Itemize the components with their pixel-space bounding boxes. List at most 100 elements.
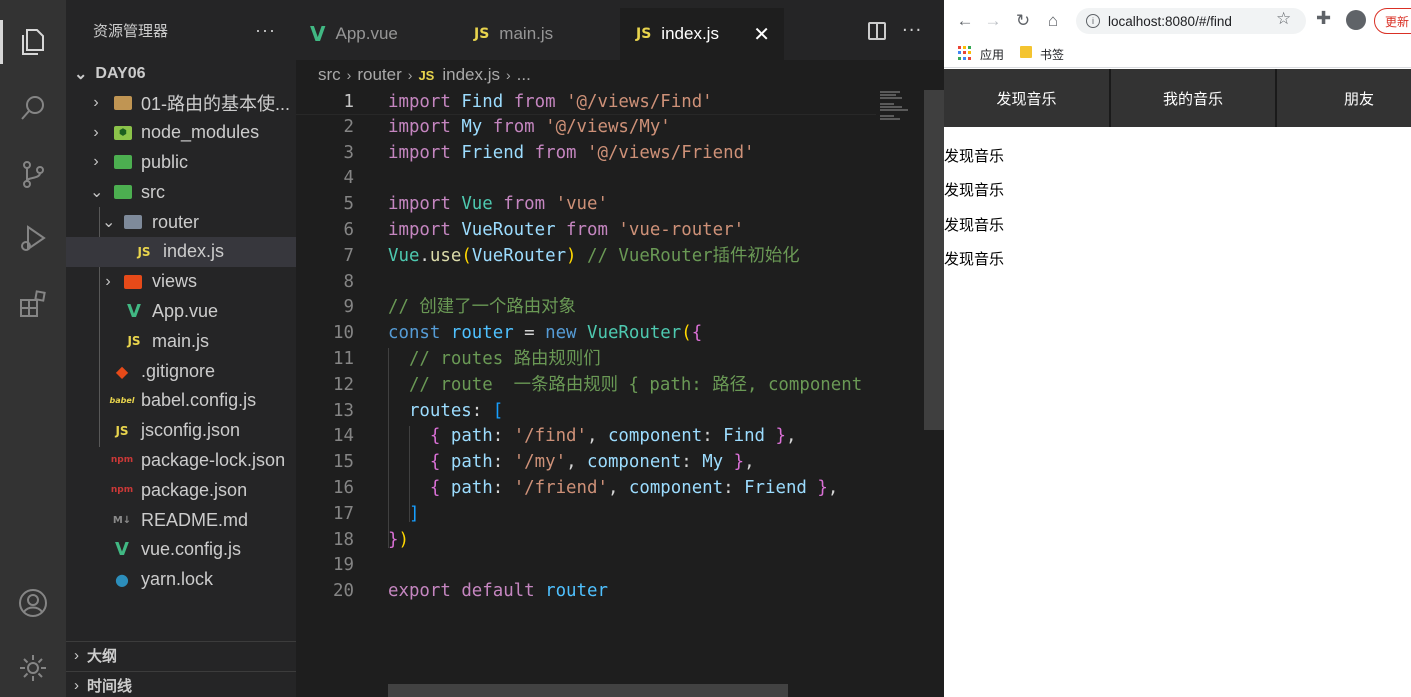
forward-arrow-icon[interactable]: →	[980, 8, 1006, 34]
tree-item-jsconfig[interactable]: JS jsconfig.json	[66, 416, 296, 446]
tree-item-readme[interactable]: M↓ README.md	[66, 505, 296, 535]
tree-item-package-lock[interactable]: npm package-lock.json	[66, 446, 296, 476]
code-text: import Friend from '@/views/Friend'	[388, 142, 755, 163]
outline-section[interactable]: › 大纲	[66, 641, 296, 669]
settings-gear-icon[interactable]	[0, 640, 66, 696]
code-line[interactable]: 1 import Find from '@/views/Find'	[296, 90, 876, 115]
explorer-more-icon[interactable]: ···	[255, 20, 276, 41]
tab-main-js[interactable]: JS main.js	[458, 8, 620, 60]
tree-item-src[interactable]: ⌄ src	[66, 177, 296, 207]
apps-grid-icon[interactable]	[958, 46, 972, 60]
tree-item-label: main.js	[152, 330, 210, 351]
app-navbar: 发现音乐 我的音乐 朋友	[944, 69, 1411, 127]
code-line[interactable]: 16 { path: '/friend', component: Friend …	[296, 476, 876, 502]
nav-link-find-music[interactable]: 发现音乐	[944, 69, 1111, 127]
bookmark-folder[interactable]: 书签	[1040, 46, 1064, 63]
vertical-scrollbar[interactable]	[924, 90, 944, 430]
tree-item-folder-01[interactable]: › 01-路由的基本使...	[66, 88, 296, 118]
timeline-section[interactable]: › 时间线	[66, 671, 296, 697]
folder-icon	[114, 95, 132, 110]
code-line[interactable]: 3 import Friend from '@/views/Friend'	[296, 141, 876, 167]
code-line[interactable]: 10 const router = new VueRouter({	[296, 321, 876, 347]
code-line[interactable]: 7 Vue.use(VueRouter) // VueRouter插件初始化	[296, 244, 876, 270]
code-line[interactable]: 2 import My from '@/views/My'	[296, 115, 876, 141]
reload-icon[interactable]: ↻	[1010, 8, 1036, 34]
editor-more-icon[interactable]: ···	[902, 20, 922, 41]
line-number: 12	[333, 374, 354, 395]
tree-item-label: yarn.lock	[141, 569, 214, 590]
split-editor-icon[interactable]	[868, 22, 886, 40]
tree-item-babel-config[interactable]: babel babel.config.js	[66, 386, 296, 416]
code-line[interactable]: 9 // 创建了一个路由对象	[296, 295, 876, 321]
code-line[interactable]: 15 { path: '/my', component: My },	[296, 450, 876, 476]
nav-link-my-music[interactable]: 我的音乐	[1111, 69, 1277, 127]
bookmark-star-icon[interactable]: ☆	[1276, 9, 1291, 29]
minimap[interactable]	[876, 90, 924, 150]
line-number: 9	[343, 297, 354, 318]
code-line[interactable]: 6 import VueRouter from 'vue-router'	[296, 218, 876, 244]
address-bar[interactable]: i localhost:8080/#/find	[1076, 8, 1306, 34]
extensions-icon[interactable]	[0, 276, 66, 332]
tree-item-yarn-lock[interactable]: ● yarn.lock	[66, 565, 296, 595]
tree-item-views[interactable]: › views	[66, 267, 296, 297]
code-line[interactable]: 11 // routes 路由规则们	[296, 347, 876, 373]
update-button[interactable]: 更新	[1374, 8, 1411, 34]
source-control-icon[interactable]	[0, 146, 66, 202]
tree-item-label: package-lock.json	[141, 449, 286, 470]
tab-index-js[interactable]: JS index.js ✕	[620, 8, 784, 60]
line-number: 4	[343, 168, 354, 189]
code-line[interactable]: 20 export default router	[296, 579, 876, 605]
tab-app-vue[interactable]: V App.vue	[296, 8, 458, 60]
profile-avatar-icon[interactable]	[1346, 10, 1366, 30]
code-line[interactable]: 19	[296, 553, 876, 579]
tree-item-label: index.js	[163, 241, 225, 262]
code-line[interactable]: 8	[296, 270, 876, 296]
breadcrumb-symbols[interactable]: ...	[517, 65, 531, 85]
update-button-label: 更新	[1385, 14, 1410, 29]
tree-item-node-modules[interactable]: › ⬢ node_modules	[66, 118, 296, 148]
code-text: { path: '/find', component: Find },	[429, 426, 797, 447]
tree-item-gitignore[interactable]: ◆ .gitignore	[66, 356, 296, 386]
breadcrumb: src › router › JS index.js › ...	[296, 60, 944, 90]
breadcrumb-file[interactable]: index.js	[442, 65, 500, 85]
run-debug-icon[interactable]	[0, 210, 66, 266]
tree-item-label: 01-路由的基本使...	[141, 93, 291, 114]
back-arrow-icon[interactable]: ←	[952, 8, 978, 34]
horizontal-scrollbar[interactable]	[388, 684, 788, 697]
code-line[interactable]: 14 { path: '/find', component: Find },	[296, 424, 876, 450]
tree-item-app-vue[interactable]: V App.vue	[66, 297, 296, 327]
code-line[interactable]: 4	[296, 166, 876, 192]
tree-item-index-js[interactable]: JS index.js	[66, 236, 296, 267]
home-icon[interactable]: ⌂	[1040, 8, 1066, 34]
apps-bookmark[interactable]: 应用	[980, 46, 1004, 63]
close-tab-icon[interactable]: ✕	[753, 22, 770, 47]
nav-link-friends[interactable]: 朋友	[1277, 69, 1411, 127]
tree-item-vue-config[interactable]: V vue.config.js	[66, 535, 296, 565]
code-line[interactable]: 12 // route 一条路由规则 { path: 路径, component	[296, 373, 876, 399]
code-editor[interactable]: 1 import Find from '@/views/Find' 2 import …	[296, 90, 944, 697]
tree-item-router[interactable]: ⌄ router	[66, 207, 296, 237]
breadcrumb-src[interactable]: src	[318, 65, 341, 85]
chevron-down-icon: ⌄	[102, 214, 116, 232]
line-number: 11	[333, 349, 354, 369]
tree-item-main-js[interactable]: JS main.js	[66, 326, 296, 356]
outline-label: 大纲	[87, 648, 118, 665]
timeline-label: 时间线	[87, 678, 133, 695]
code-line[interactable]: 17 ]	[296, 502, 876, 528]
code-line[interactable]: 5 import Vue from 'vue'	[296, 192, 876, 218]
accounts-icon[interactable]	[0, 575, 66, 631]
extensions-puzzle-icon[interactable]: ✚	[1316, 8, 1331, 29]
line-number: 18	[333, 529, 354, 550]
activity-bar	[0, 0, 66, 697]
vue-file-icon: V	[310, 22, 326, 46]
tree-item-public[interactable]: › public	[66, 148, 296, 178]
breadcrumb-router[interactable]: router	[357, 65, 401, 85]
tree-item-package-json[interactable]: npm package.json	[66, 475, 296, 505]
line-number: 19	[333, 555, 354, 576]
code-line[interactable]: 13 routes: [	[296, 399, 876, 425]
search-icon[interactable]	[0, 80, 66, 136]
workspace-root[interactable]: ⌄ DAY06	[66, 60, 296, 88]
code-line[interactable]: 18})	[296, 528, 876, 554]
explorer-files-icon[interactable]	[0, 14, 66, 70]
site-info-icon[interactable]: i	[1086, 14, 1100, 28]
